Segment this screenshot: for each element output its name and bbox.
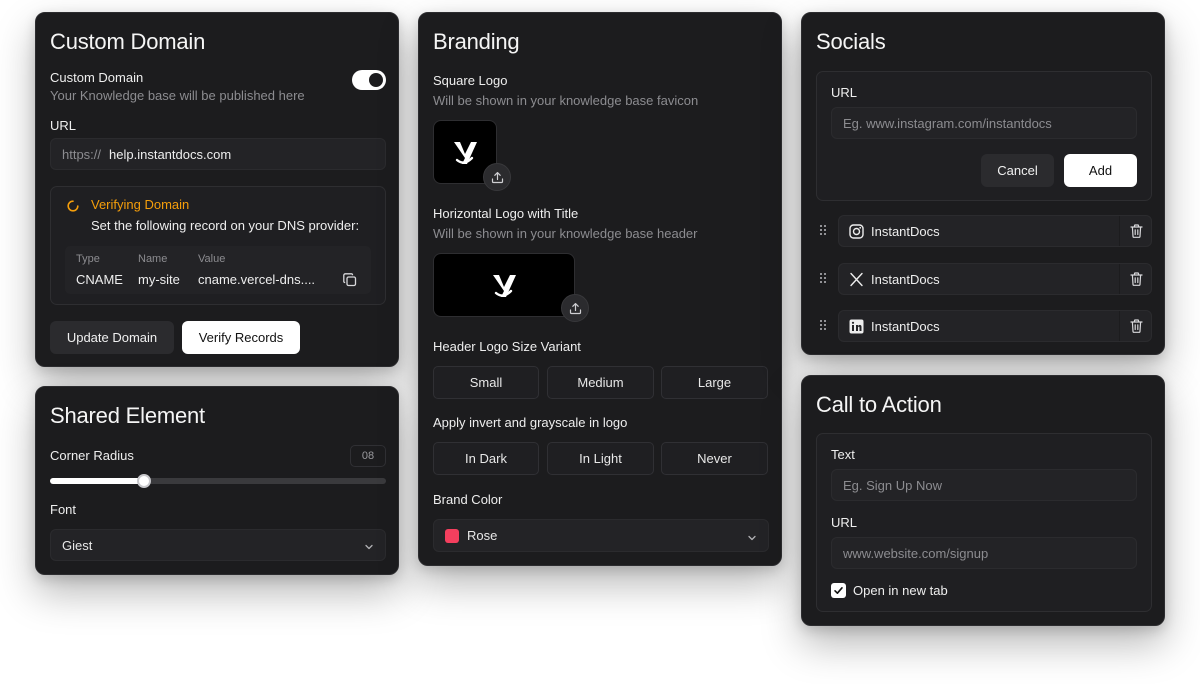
socials-card: Socials URL Eg. www.instagram.com/instan… <box>801 12 1165 355</box>
url-prefix: https:// <box>62 146 102 162</box>
corner-radius-label: Corner Radius <box>50 448 134 463</box>
horizontal-logo-preview[interactable] <box>433 253 575 317</box>
url-label: URL <box>50 118 77 133</box>
social-item[interactable]: InstantDocs <box>838 263 1152 295</box>
copy-icon[interactable] <box>343 273 357 287</box>
call-to-action-card: Call to Action Text Eg. Sign Up Now URL … <box>801 375 1165 626</box>
cta-url-placeholder: www.website.com/signup <box>843 545 989 561</box>
update-domain-button[interactable]: Update Domain <box>50 321 174 354</box>
brand-color-select[interactable]: Rose <box>433 519 769 552</box>
social-url-label: URL <box>831 85 858 100</box>
shared-element-card: Shared Element Corner Radius 08 Font Gie… <box>35 386 399 575</box>
invert-option-dark[interactable]: In Dark <box>433 442 539 475</box>
record-name: my-site <box>138 272 180 287</box>
new-tab-checkbox[interactable] <box>831 583 846 598</box>
socials-title: Socials <box>816 29 886 54</box>
shared-element-title: Shared Element <box>50 403 205 428</box>
cta-url-input[interactable]: www.website.com/signup <box>831 537 1137 569</box>
record-type: CNAME <box>76 272 123 287</box>
corner-radius-value: 08 <box>350 445 386 467</box>
add-social-form: URL Eg. www.instagram.com/instantdocs Ca… <box>816 71 1152 201</box>
verify-desc: Set the following record on your DNS pro… <box>91 218 360 233</box>
branding-card: Branding Square Logo Will be shown in yo… <box>418 12 782 566</box>
verify-title: Verifying Domain <box>91 197 190 212</box>
cta-title: Call to Action <box>816 392 942 417</box>
invert-option-never[interactable]: Never <box>661 442 768 475</box>
record-header-name: Name <box>138 253 168 265</box>
social-item-label: InstantDocs <box>871 272 940 287</box>
square-logo-desc: Will be shown in your knowledge base fav… <box>433 93 699 108</box>
slider-fill <box>50 478 144 484</box>
trash-icon[interactable] <box>1119 264 1152 294</box>
custom-domain-toggle-desc: Your Knowledge base will be published he… <box>50 88 305 103</box>
social-item[interactable]: InstantDocs <box>838 310 1152 342</box>
instagram-icon <box>849 224 864 239</box>
invert-label: Apply invert and grayscale in logo <box>433 415 628 430</box>
size-option-large[interactable]: Large <box>661 366 768 399</box>
add-button[interactable]: Add <box>1064 154 1137 187</box>
upload-horizontal-logo-icon[interactable] <box>561 294 589 322</box>
logo-mark-icon <box>491 271 519 301</box>
horizontal-logo-label: Horizontal Logo with Title <box>433 206 579 221</box>
social-item-label: InstantDocs <box>871 319 940 334</box>
trash-icon[interactable] <box>1119 216 1152 246</box>
cta-text-label: Text <box>831 447 855 462</box>
verify-box: Verifying Domain Set the following recor… <box>50 186 386 305</box>
size-option-medium[interactable]: Medium <box>547 366 654 399</box>
x-icon <box>849 272 864 287</box>
toggle-knob <box>369 73 383 87</box>
drag-handle-icon[interactable] <box>820 225 828 237</box>
drag-handle-icon[interactable] <box>820 273 828 285</box>
font-select[interactable]: Giest <box>50 529 386 561</box>
linkedin-icon <box>849 319 864 334</box>
social-item-label: InstantDocs <box>871 224 940 239</box>
url-value: help.instantdocs.com <box>109 146 232 162</box>
cta-url-label: URL <box>831 515 858 530</box>
chevron-down-icon <box>364 540 374 550</box>
new-tab-label: Open in new tab <box>853 583 948 598</box>
size-option-small[interactable]: Small <box>433 366 539 399</box>
record-header-type: Type <box>76 253 100 265</box>
upload-square-logo-icon[interactable] <box>483 163 511 191</box>
custom-domain-title: Custom Domain <box>50 29 206 54</box>
loading-spinner-icon <box>67 199 79 212</box>
verify-records-button[interactable]: Verify Records <box>182 321 300 354</box>
invert-option-light[interactable]: In Light <box>547 442 654 475</box>
custom-domain-toggle-label: Custom Domain <box>50 70 144 85</box>
social-item[interactable]: InstantDocs <box>838 215 1152 247</box>
social-url-placeholder: Eg. www.instagram.com/instantdocs <box>843 115 1052 131</box>
font-label: Font <box>50 502 77 517</box>
drag-handle-icon[interactable] <box>820 320 828 332</box>
brand-color-value: Rose <box>467 528 498 543</box>
cancel-button[interactable]: Cancel <box>981 154 1054 187</box>
horizontal-logo-desc: Will be shown in your knowledge base hea… <box>433 226 698 241</box>
record-value: cname.vercel-dns.... <box>198 272 316 287</box>
slider-thumb[interactable] <box>137 474 151 488</box>
square-logo-label: Square Logo <box>433 73 508 88</box>
font-value: Giest <box>62 537 93 553</box>
cta-text-input[interactable]: Eg. Sign Up Now <box>831 469 1137 501</box>
custom-domain-card: Custom Domain Custom Domain Your Knowled… <box>35 12 399 367</box>
dns-record-table: Type Name Value CNAME my-site cname.verc… <box>65 246 371 294</box>
brand-color-label: Brand Color <box>433 492 503 507</box>
cta-form: Text Eg. Sign Up Now URL www.website.com… <box>816 433 1152 612</box>
url-field[interactable]: https:// help.instantdocs.com <box>50 138 386 170</box>
custom-domain-toggle[interactable] <box>352 70 386 90</box>
record-header-value: Value <box>198 253 226 265</box>
corner-radius-slider[interactable] <box>50 474 386 488</box>
logo-mark-icon <box>452 138 480 168</box>
trash-icon[interactable] <box>1119 311 1152 341</box>
size-variant-label: Header Logo Size Variant <box>433 339 581 354</box>
brand-color-swatch <box>445 528 459 543</box>
social-url-input[interactable]: Eg. www.instagram.com/instantdocs <box>831 107 1137 139</box>
branding-title: Branding <box>433 29 520 54</box>
cta-text-placeholder: Eg. Sign Up Now <box>843 477 942 493</box>
chevron-down-icon <box>747 531 757 541</box>
